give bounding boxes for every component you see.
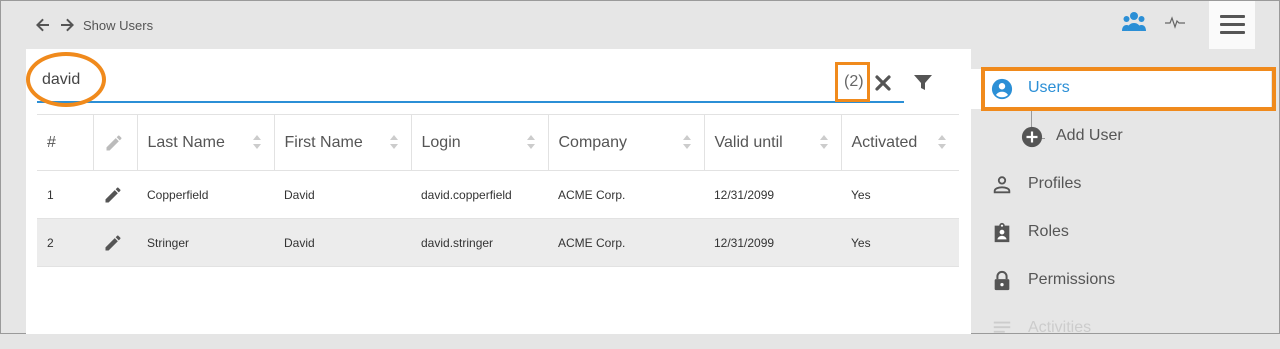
users-highlight-annotation <box>981 67 1276 111</box>
users-group-icon[interactable] <box>1122 11 1146 33</box>
cell-first-name: David <box>274 170 411 219</box>
column-header-valid-until[interactable]: Valid until <box>704 114 842 171</box>
edit-pencil-icon[interactable] <box>103 233 123 253</box>
badge-icon <box>994 222 1010 243</box>
search-highlight-annotation <box>26 52 106 107</box>
sidebar-item-label: Roles <box>1028 223 1069 240</box>
search-underline <box>37 101 904 103</box>
column-header-last-name[interactable]: Last Name <box>137 114 275 171</box>
cell-valid-until: 12/31/2099 <box>704 218 841 267</box>
cell-last-name: Copperfield <box>137 170 274 219</box>
person-outline-icon <box>993 176 1011 194</box>
table-row[interactable]: 2 Stringer David david.stringer ACME Cor… <box>37 218 959 267</box>
sidebar-item-label: Add User <box>1056 127 1123 144</box>
sort-icon[interactable] <box>526 134 536 150</box>
users-table: # Last Name First Name Login Company Val… <box>37 114 959 267</box>
column-header-activated[interactable]: Activated <box>841 114 959 171</box>
filter-icon[interactable] <box>913 73 933 93</box>
arrow-right-icon[interactable] <box>59 17 75 33</box>
top-bar: Show Users <box>1 1 1279 49</box>
sort-icon[interactable] <box>819 134 829 150</box>
cell-last-name: Stringer <box>137 218 274 267</box>
table-header-row: # Last Name First Name Login Company Val… <box>37 114 959 171</box>
sidebar-item-label: Activities <box>1028 319 1092 336</box>
cell-activated: Yes <box>841 218 959 267</box>
sort-icon[interactable] <box>937 134 947 150</box>
cell-valid-until: 12/31/2099 <box>704 170 841 219</box>
sidebar-menu: Users Add User Profiles Roles Permission… <box>971 49 1279 336</box>
sidebar-item-profiles[interactable]: Profiles <box>971 165 1271 205</box>
cell-number: 1 <box>37 170 93 219</box>
breadcrumb: Show Users <box>83 18 154 33</box>
sidebar-item-add-user[interactable]: Add User <box>971 117 1271 157</box>
cell-login: david.stringer <box>411 218 548 267</box>
sort-icon[interactable] <box>252 134 262 150</box>
list-icon <box>993 321 1011 333</box>
table-row[interactable]: 1 Copperfield David david.copperfield AC… <box>37 170 959 219</box>
cell-edit[interactable] <box>93 170 137 219</box>
sidebar-item-label: Profiles <box>1028 175 1082 192</box>
edit-pencil-icon <box>106 135 121 150</box>
column-header-company[interactable]: Company <box>548 114 705 171</box>
plus-circle-icon <box>1021 126 1043 148</box>
cell-company: ACME Corp. <box>548 170 704 219</box>
arrow-left-icon[interactable] <box>35 17 51 33</box>
lock-icon <box>994 270 1010 291</box>
sidebar-item-roles[interactable]: Roles <box>971 213 1271 253</box>
user-list-panel: (2) # Last Name First Name Login <box>26 49 971 334</box>
cell-edit[interactable] <box>93 218 137 267</box>
cell-login: david.copperfield <box>411 170 548 219</box>
app-window: Show Users (2) <box>0 0 1280 336</box>
hamburger-menu-icon[interactable] <box>1209 1 1255 49</box>
cell-activated: Yes <box>841 170 959 219</box>
column-header-edit <box>93 114 138 171</box>
search-input[interactable] <box>42 67 822 93</box>
sidebar-item-label: Permissions <box>1028 271 1116 288</box>
count-highlight-annotation <box>835 62 870 102</box>
close-icon[interactable] <box>874 74 892 92</box>
activity-pulse-icon[interactable] <box>1165 14 1185 30</box>
column-header-login[interactable]: Login <box>411 114 549 171</box>
sidebar-item-permissions[interactable]: Permissions <box>971 261 1271 301</box>
cell-number: 2 <box>37 218 93 267</box>
cell-company: ACME Corp. <box>548 218 704 267</box>
column-header-number: # <box>37 114 94 171</box>
sort-icon[interactable] <box>389 134 399 150</box>
cell-first-name: David <box>274 218 411 267</box>
sort-icon[interactable] <box>682 134 692 150</box>
edit-pencil-icon[interactable] <box>103 185 123 205</box>
column-header-first-name[interactable]: First Name <box>274 114 412 171</box>
sidebar-item-activities[interactable]: Activities <box>971 309 1271 349</box>
